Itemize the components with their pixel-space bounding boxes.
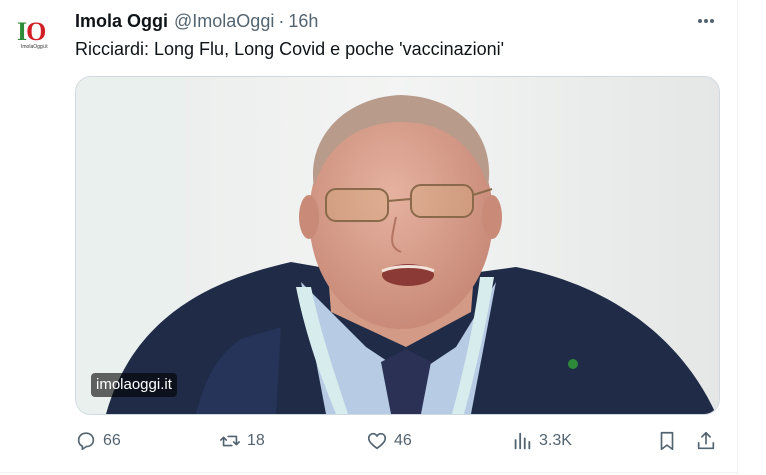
tweet-text: Ricciardi: Long Flu, Long Covid e poche … (75, 39, 505, 59)
reply-icon (77, 432, 95, 451)
timestamp[interactable]: 16h (288, 11, 318, 32)
share-button[interactable] (695, 429, 717, 453)
reply-button[interactable]: 66 (75, 429, 121, 453)
avatar[interactable]: IO ImolaOggi.it (14, 14, 54, 54)
reply-count: 66 (103, 432, 121, 449)
bookmark-icon (660, 431, 674, 451)
like-count: 46 (394, 432, 412, 449)
tweet-media[interactable]: imolaoggi.it (75, 76, 720, 415)
author-handle[interactable]: @ImolaOggi (174, 11, 274, 32)
more-horizontal-icon (698, 19, 714, 23)
tweet-actions: 66 18 46 3.3K (75, 429, 725, 453)
repost-count: 18 (247, 432, 265, 449)
views-button[interactable]: 3.3K (511, 429, 572, 453)
author-name[interactable]: Imola Oggi (75, 11, 168, 32)
media-source-tag[interactable]: imolaoggi.it (91, 373, 177, 397)
repost-icon (220, 435, 240, 447)
share-icon (697, 431, 715, 450)
views-icon (514, 432, 531, 450)
repost-button[interactable]: 18 (219, 429, 265, 453)
views-count: 3.3K (539, 432, 572, 449)
separator-dot: · (278, 10, 285, 31)
avatar-logo-subtext: ImolaOggi.it (21, 44, 48, 50)
timeline-divider (737, 0, 738, 475)
tweet-header: Imola Oggi @ImolaOggi · 16h (75, 10, 318, 32)
more-button[interactable] (692, 10, 720, 32)
tweet-bottom-divider (0, 472, 738, 473)
media-photo (76, 77, 719, 414)
like-icon (367, 432, 387, 450)
bookmark-button[interactable] (656, 429, 678, 453)
like-button[interactable]: 46 (366, 429, 412, 453)
